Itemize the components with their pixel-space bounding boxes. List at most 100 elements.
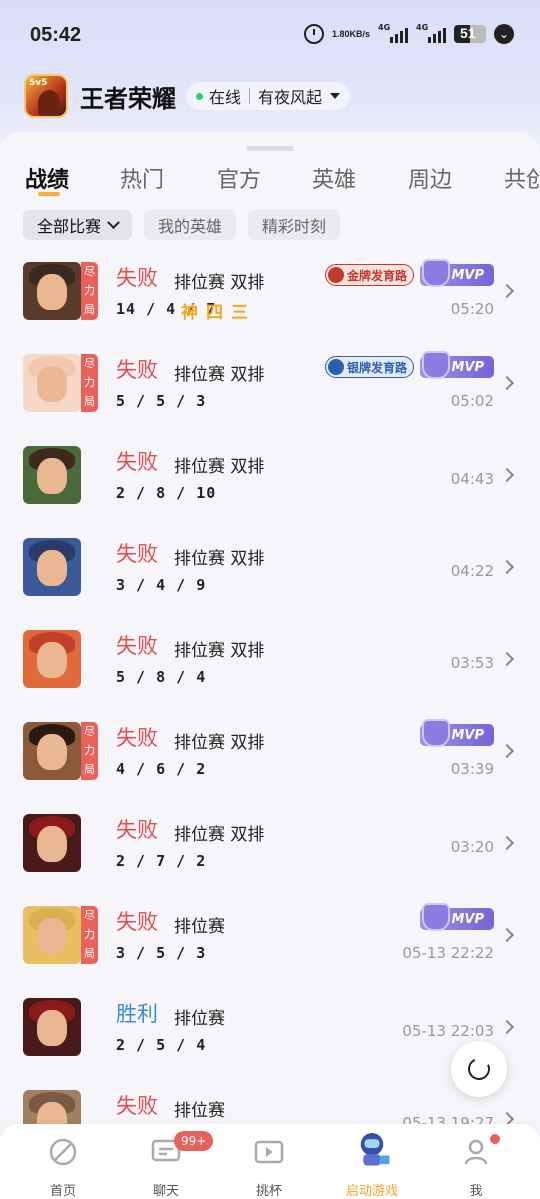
match-mode: 排位赛 双排 <box>174 641 265 661</box>
status-bar: 05:42 1.80 KB/s 4G 4G 51 ⌄ <box>0 0 540 72</box>
tab-official[interactable]: 官方 <box>217 162 261 194</box>
match-result: 失败 <box>116 726 158 750</box>
tab-hot[interactable]: 热门 <box>120 162 164 194</box>
match-result: 失败 <box>116 266 158 290</box>
filter-my-heroes[interactable]: 我的英雄 <box>144 210 237 240</box>
nav-challenge-label: 挑杯 <box>255 1184 282 1199</box>
account-name: 有夜风起 <box>258 88 323 107</box>
match-kda: 5 / 5 / 3 <box>116 392 207 410</box>
nav-me[interactable]: 我 <box>436 1124 516 1199</box>
chevron-right-icon <box>499 467 515 483</box>
mvp-badge: MVP <box>420 903 494 931</box>
match-result: 失败 <box>116 358 158 382</box>
hero-avatar <box>23 998 81 1056</box>
match-time: 05:02 <box>450 392 494 410</box>
match-mode: 排位赛 <box>174 917 225 937</box>
game-title: 王者荣耀 <box>80 84 176 113</box>
match-tags: MVP <box>420 719 494 747</box>
match-result: 胜利 <box>116 1002 158 1026</box>
match-kda: 4 / 6 / 2 <box>116 760 207 778</box>
effort-badge: 尽力局 <box>81 722 98 780</box>
tab-merch[interactable]: 周边 <box>408 162 452 194</box>
nav-chat-label: 聊天 <box>152 1184 179 1199</box>
nav-me-label: 我 <box>469 1184 483 1199</box>
hero-avatar <box>23 722 81 780</box>
profile-icon <box>464 1139 488 1165</box>
hero-avatar <box>23 446 81 504</box>
net-speed: 1.80 KB/s <box>332 28 370 39</box>
chevron-down-icon <box>107 215 120 229</box>
match-row[interactable]: 失败 排位赛 双排 2 / 8 / 10 04:43 <box>0 436 540 528</box>
net-speed-unit: KB/s <box>349 28 370 39</box>
match-mode: 排位赛 双排 <box>174 273 265 293</box>
chevron-right-icon <box>499 1019 515 1035</box>
filter-all-matches[interactable]: 全部比赛 <box>23 210 133 240</box>
nav-home[interactable]: 首页 <box>23 1124 103 1199</box>
signal-icon-1: 4G <box>378 23 408 43</box>
signal-2-label: 4G <box>416 23 429 32</box>
match-time: 03:39 <box>450 760 494 778</box>
match-row[interactable]: 尽力局 失败 排位赛 双排 5 / 5 / 3 银牌发育路 MVP 05:02 <box>0 344 540 436</box>
match-row[interactable]: 尽力局 失败 排位赛 双排 4 / 6 / 2 MVP 03:39 <box>0 712 540 804</box>
robot-mascot-icon <box>360 1133 390 1166</box>
signal-icon-2: 4G <box>416 23 446 43</box>
lane-medal-label: 金牌发育路 <box>346 268 407 283</box>
chevron-right-icon <box>499 927 515 943</box>
home-icon <box>49 1138 77 1166</box>
match-mode: 排位赛 双排 <box>174 549 265 569</box>
match-mode: 排位赛 双排 <box>174 825 265 845</box>
nav-home-label: 首页 <box>49 1184 76 1199</box>
match-row[interactable]: 尽力局失败 排位赛 双排 14 / 4 / 7 神四三 金牌发育路 MVP 05:20 <box>0 252 540 344</box>
nav-challenge[interactable]: 挑杯 <box>229 1124 309 1199</box>
hero-avatar <box>23 538 81 596</box>
lane-medal-label: 银牌发育路 <box>346 360 407 375</box>
match-mode: 排位赛 <box>174 1101 225 1121</box>
game-logo[interactable] <box>24 74 68 118</box>
match-time: 04:43 <box>450 470 494 488</box>
match-honors: 神四三 <box>181 303 256 323</box>
bottom-nav: 首页 聊天 挑杯 启动游戏 我 <box>0 1124 540 1199</box>
nav-launch-game[interactable]: 启动游戏 <box>332 1124 412 1199</box>
match-tags: MVP <box>420 903 494 931</box>
match-row[interactable]: 尽力局 失败 排位赛 3 / 5 / 3 MVP 05-13 22:22 <box>0 896 540 988</box>
match-mode: 排位赛 双排 <box>174 365 265 385</box>
tab-heroes[interactable]: 英雄 <box>312 162 356 194</box>
no-sign-icon <box>327 267 344 283</box>
mvp-badge: MVP <box>420 351 494 379</box>
refresh-icon <box>464 1054 494 1084</box>
match-time: 05:20 <box>450 300 494 318</box>
match-result: 失败 <box>116 818 158 842</box>
match-result: 失败 <box>116 634 158 658</box>
tab-cocreate[interactable]: 共创 <box>504 162 540 194</box>
filter-chips: 全部比赛 我的英雄 精彩时刻 <box>23 210 341 240</box>
mvp-badge: MVP <box>420 719 494 747</box>
account-switcher[interactable]: 在线 有夜风起 <box>186 82 351 110</box>
match-row[interactable]: 失败 排位赛 双排 2 / 7 / 2 03:20 <box>0 804 540 896</box>
match-time: 05-13 22:22 <box>402 944 494 962</box>
match-mode: 排位赛 双排 <box>174 733 265 753</box>
drag-handle[interactable] <box>246 146 294 151</box>
match-row[interactable]: 失败 排位赛 双排 5 / 8 / 4 03:53 <box>0 620 540 712</box>
no-sign-icon <box>327 359 344 375</box>
match-result: 失败 <box>116 542 158 566</box>
hero-avatar <box>23 814 81 872</box>
chevron-right-icon <box>499 835 515 851</box>
match-result: 失败 <box>116 1094 158 1118</box>
caret-down-icon <box>330 93 341 99</box>
refresh-button[interactable] <box>451 1041 507 1097</box>
match-mode: 排位赛 <box>174 1009 225 1029</box>
match-time: 03:53 <box>450 654 494 672</box>
hero-avatar <box>23 630 81 688</box>
chevron-right-icon <box>499 559 515 575</box>
alarm-icon <box>303 24 324 44</box>
tab-record[interactable]: 战绩 <box>25 162 69 194</box>
mvp-badge: MVP <box>420 259 494 287</box>
match-kda: 2 / 7 / 2 <box>116 852 207 870</box>
match-time: 03:20 <box>450 838 494 856</box>
match-kda: 3 / 5 / 3 <box>116 944 207 962</box>
battery-level: 51 <box>460 25 476 41</box>
filter-highlights[interactable]: 精彩时刻 <box>248 210 341 240</box>
main-sheet: 战绩 热门 官方 英雄 周边 共创 全部比赛 我的英雄 精彩时刻 尽力局失败 排位… <box>0 132 540 1199</box>
match-row[interactable]: 失败 排位赛 双排 3 / 4 / 9 04:22 <box>0 528 540 620</box>
app-header: 王者荣耀 在线 有夜风起 <box>24 72 351 120</box>
